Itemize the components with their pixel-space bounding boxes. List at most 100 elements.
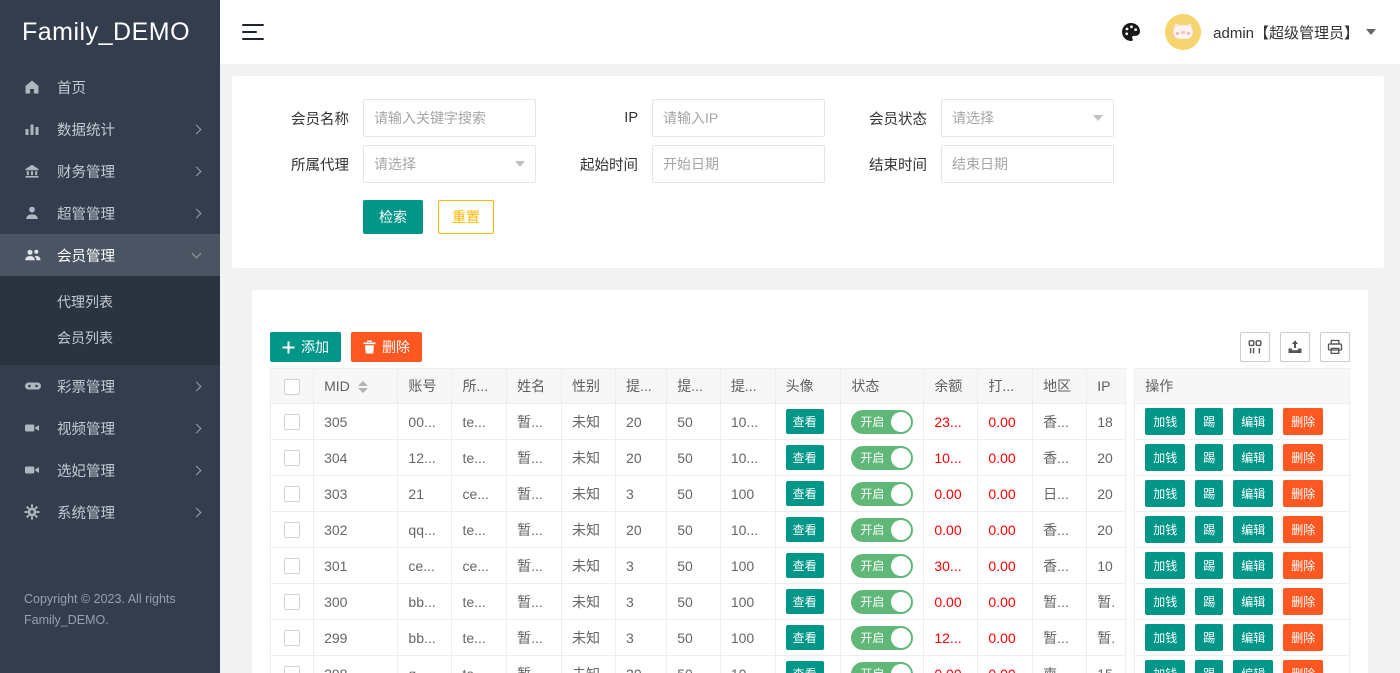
main-area: admin【超级管理员】 会员名称 IP (220, 0, 1400, 673)
sidebar-item-concubine[interactable]: 选妃管理 (0, 449, 220, 491)
cell-account: ce... (398, 548, 452, 584)
kick-button[interactable]: 踢 (1195, 660, 1223, 673)
delete-row-button[interactable]: 删除 (1283, 444, 1323, 471)
status-toggle[interactable]: 开启 (851, 662, 913, 673)
sidebar-item-members[interactable]: 会员管理 (0, 234, 220, 276)
app-logo: Family_DEMO (0, 0, 220, 64)
sidebar-item-video[interactable]: 视频管理 (0, 407, 220, 449)
add-money-button[interactable]: 加钱 (1145, 624, 1185, 651)
view-avatar-button[interactable]: 查看 (786, 589, 824, 614)
view-avatar-button[interactable]: 查看 (786, 409, 824, 434)
edit-button[interactable]: 编辑 (1233, 480, 1273, 507)
row-select-cell (271, 512, 314, 548)
member-name-input[interactable] (363, 99, 536, 137)
agent-select[interactable]: 请选择 (363, 145, 536, 183)
status-toggle[interactable]: 开启 (851, 518, 913, 542)
menu-toggle-icon[interactable] (242, 24, 266, 41)
row-checkbox[interactable] (284, 450, 300, 466)
kick-button[interactable]: 踢 (1195, 552, 1223, 579)
ip-input[interactable] (652, 99, 825, 137)
status-toggle[interactable]: 开启 (851, 626, 913, 650)
row-checkbox[interactable] (284, 486, 300, 502)
delete-selected-button[interactable]: 删除 (351, 332, 422, 362)
palette-icon[interactable] (1119, 20, 1143, 44)
cell-t2: 50 (667, 656, 721, 673)
view-avatar-button[interactable]: 查看 (786, 553, 824, 578)
filter-columns-icon[interactable] (1240, 332, 1270, 362)
field-agent: 所属代理 请选择 (279, 145, 536, 183)
add-money-button[interactable]: 加钱 (1145, 444, 1185, 471)
edit-button[interactable]: 编辑 (1233, 552, 1273, 579)
add-money-button[interactable]: 加钱 (1145, 660, 1185, 673)
view-avatar-button[interactable]: 查看 (786, 625, 824, 650)
cell-ip: 20 (1087, 512, 1126, 548)
column-header: 余额 (924, 369, 978, 404)
field-label: 所属代理 (279, 154, 349, 175)
field-member-status: 会员状态 请选择 (857, 99, 1114, 137)
start-date-input[interactable] (652, 145, 825, 183)
member-status-select[interactable]: 请选择 (941, 99, 1114, 137)
sidebar-subitem-member-list[interactable]: 会员列表 (0, 320, 220, 356)
kick-button[interactable]: 踢 (1195, 480, 1223, 507)
cell-dama: 0.00 (978, 620, 1033, 656)
add-button[interactable]: 添加 (270, 332, 341, 362)
edit-button[interactable]: 编辑 (1233, 444, 1273, 471)
row-checkbox[interactable] (284, 666, 300, 673)
export-icon[interactable] (1280, 332, 1310, 362)
edit-button[interactable]: 编辑 (1233, 660, 1273, 673)
sidebar-item-system[interactable]: 系统管理 (0, 491, 220, 533)
delete-row-button[interactable]: 删除 (1283, 408, 1323, 435)
sidebar-item-finance[interactable]: 财务管理 (0, 150, 220, 192)
row-checkbox[interactable] (284, 630, 300, 646)
home-icon (24, 79, 44, 95)
add-money-button[interactable]: 加钱 (1145, 516, 1185, 543)
view-avatar-button[interactable]: 查看 (786, 517, 824, 542)
cell-gender: 未知 (561, 404, 615, 440)
view-avatar-button[interactable]: 查看 (786, 445, 824, 470)
edit-button[interactable]: 编辑 (1233, 516, 1273, 543)
reset-button[interactable]: 重置 (438, 200, 494, 234)
row-checkbox[interactable] (284, 414, 300, 430)
delete-row-button[interactable]: 删除 (1283, 552, 1323, 579)
row-checkbox[interactable] (284, 558, 300, 574)
kick-button[interactable]: 踢 (1195, 624, 1223, 651)
user-menu[interactable]: admin【超级管理员】 (1213, 22, 1376, 43)
row-checkbox[interactable] (284, 522, 300, 538)
add-money-button[interactable]: 加钱 (1145, 408, 1185, 435)
kick-button[interactable]: 踢 (1195, 408, 1223, 435)
kick-button[interactable]: 踢 (1195, 444, 1223, 471)
avatar[interactable] (1165, 14, 1201, 50)
status-toggle[interactable]: 开启 (851, 482, 913, 506)
row-checkbox[interactable] (284, 594, 300, 610)
edit-button[interactable]: 编辑 (1233, 408, 1273, 435)
sidebar-item-superadmin[interactable]: 超管管理 (0, 192, 220, 234)
status-toggle[interactable]: 开启 (851, 554, 913, 578)
status-toggle[interactable]: 开启 (851, 410, 913, 434)
end-date-input[interactable] (941, 145, 1114, 183)
delete-row-button[interactable]: 删除 (1283, 480, 1323, 507)
status-toggle[interactable]: 开启 (851, 446, 913, 470)
print-icon[interactable] (1320, 332, 1350, 362)
search-button[interactable]: 检索 (363, 200, 423, 234)
delete-row-button[interactable]: 删除 (1283, 516, 1323, 543)
sidebar-subitem-agent-list[interactable]: 代理列表 (0, 284, 220, 320)
sidebar-item-statistics[interactable]: 数据统计 (0, 108, 220, 150)
sidebar-item-lottery[interactable]: 彩票管理 (0, 365, 220, 407)
add-money-button[interactable]: 加钱 (1145, 480, 1185, 507)
sort-icon[interactable] (358, 381, 368, 393)
status-toggle[interactable]: 开启 (851, 590, 913, 614)
edit-button[interactable]: 编辑 (1233, 624, 1273, 651)
field-label: 结束时间 (857, 154, 927, 175)
add-money-button[interactable]: 加钱 (1145, 588, 1185, 615)
delete-row-button[interactable]: 删除 (1283, 624, 1323, 651)
select-all-checkbox[interactable] (284, 379, 300, 395)
sidebar-item-home[interactable]: 首页 (0, 66, 220, 108)
view-avatar-button[interactable]: 查看 (786, 481, 824, 506)
add-money-button[interactable]: 加钱 (1145, 552, 1185, 579)
delete-row-button[interactable]: 删除 (1283, 588, 1323, 615)
kick-button[interactable]: 踢 (1195, 516, 1223, 543)
view-avatar-button[interactable]: 查看 (786, 661, 824, 673)
edit-button[interactable]: 编辑 (1233, 588, 1273, 615)
kick-button[interactable]: 踢 (1195, 588, 1223, 615)
delete-row-button[interactable]: 删除 (1283, 660, 1323, 673)
